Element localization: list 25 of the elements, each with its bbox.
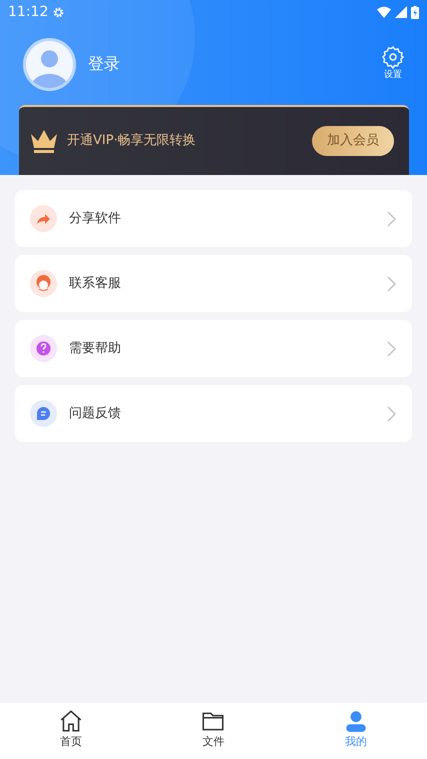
chevron-icon (387, 210, 396, 226)
chevron-icon (387, 276, 396, 292)
vip-promo-text: 开通VIP·畅享无限转换 (67, 132, 196, 150)
menu-item[interactable]: 分享软件 (15, 190, 412, 247)
chevron-icon (387, 340, 396, 356)
tab-bar-item[interactable]: 首页 (31, 703, 112, 750)
tab-bar-item[interactable]: 文件 (173, 703, 254, 750)
help-icon (30, 335, 57, 362)
menu-item[interactable]: 需要帮助 (15, 320, 412, 377)
avatar-icon[interactable] (23, 38, 76, 90)
service-icon (30, 270, 57, 297)
status-time: 11:12 (8, 2, 48, 22)
crown-icon (29, 128, 59, 154)
chevron-icon (387, 406, 396, 422)
settings-button[interactable]: 设置 (381, 45, 405, 83)
feedback-icon (30, 400, 57, 427)
settings-icon (52, 6, 66, 18)
menu-item[interactable]: 问题反馈 (15, 385, 412, 442)
gear-icon (381, 45, 405, 70)
wifi-icon (377, 6, 391, 18)
join-member-button[interactable]: 加入会员 (312, 126, 394, 156)
signal-icon (395, 6, 407, 18)
battery-icon (411, 6, 419, 18)
menu-item[interactable]: 联系客服 (15, 255, 412, 312)
share-icon (30, 205, 57, 232)
